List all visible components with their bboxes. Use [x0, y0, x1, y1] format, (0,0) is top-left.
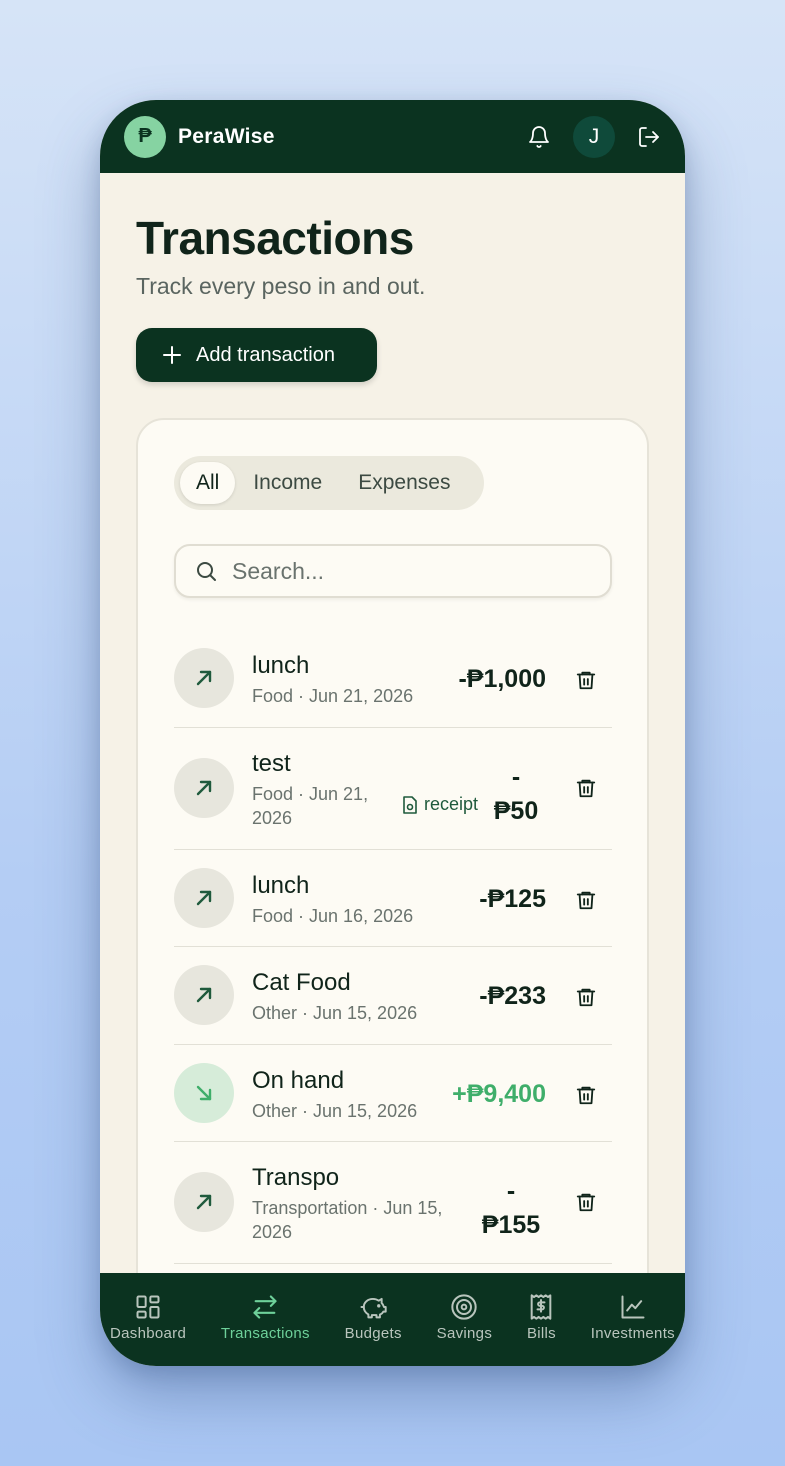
nav-budgets[interactable]: Budgets	[345, 1273, 402, 1366]
trash-icon[interactable]	[574, 776, 598, 800]
table-row[interactable]: Cat Food Other · Jun 15, 2026 -₱233	[174, 947, 612, 1045]
table-row[interactable]: lunch Food · Jun 21, 2026 -₱1,000	[174, 630, 612, 728]
receipt-file-icon	[403, 795, 417, 814]
transaction-name: Transpo	[252, 1164, 340, 1191]
trash-icon[interactable]	[574, 668, 598, 692]
trash-icon[interactable]	[574, 1190, 598, 1214]
app-name: PeraWise	[178, 124, 275, 148]
add-transaction-label: Add transaction	[196, 343, 335, 366]
nav-label: Investments	[590, 1325, 675, 1342]
receipt-dollar-icon	[531, 1294, 552, 1320]
transaction-name: lunch	[252, 652, 310, 679]
trash-icon[interactable]	[574, 985, 598, 1009]
avatar[interactable]: J	[573, 115, 615, 158]
nav-dashboard[interactable]: Dashboard	[110, 1273, 186, 1366]
search-input[interactable]	[232, 557, 592, 585]
table-row[interactable]: Transpo Transportation · Jun 15, 2026 -₱…	[174, 1142, 612, 1264]
table-row[interactable]: lunch Food · Jun 16, 2026 -₱125	[174, 850, 612, 947]
nav-bills[interactable]: Bills	[527, 1273, 556, 1366]
expense-arrow-icon	[174, 965, 234, 1025]
transaction-meta: Food · Jun 21, 2026	[252, 686, 414, 706]
transaction-amount: -₱155	[481, 1177, 541, 1239]
nav-transactions[interactable]: Transactions	[221, 1273, 310, 1366]
table-row[interactable]: On hand Other · Jun 15, 2026 +₱9,400	[174, 1045, 612, 1142]
transaction-name: Cat Food	[252, 969, 351, 996]
transaction-meta: Transportation · Jun 15, 2026	[252, 1198, 443, 1242]
transaction-meta: Food · Jun 21, 2026	[252, 784, 369, 828]
income-arrow-icon	[174, 1063, 234, 1123]
transactions-card: All Income Expenses lunch Food · Jun 21,…	[136, 418, 649, 1273]
transaction-meta: Other · Jun 15, 2026	[252, 1003, 418, 1023]
filter-tabs: All Income Expenses	[174, 456, 484, 510]
receipt-label: receipt	[424, 794, 479, 814]
expense-arrow-icon	[174, 868, 234, 928]
main-content: Transactions Track every peso in and out…	[100, 173, 685, 1273]
transaction-amount: -₱50	[493, 763, 539, 825]
bell-icon[interactable]	[527, 125, 551, 149]
transaction-amount: -₱125	[479, 885, 546, 913]
tab-expenses[interactable]: Expenses	[340, 462, 468, 504]
top-bar-actions: J	[527, 115, 661, 158]
line-chart-icon	[621, 1295, 645, 1319]
logout-icon[interactable]	[637, 125, 661, 149]
plus-icon	[163, 346, 181, 364]
search-box	[174, 544, 612, 598]
table-row[interactable]: test Food · Jun 21, 2026 receipt -₱50	[174, 728, 612, 850]
tab-income[interactable]: Income	[235, 462, 340, 504]
bottom-nav: Dashboard Transactions Budgets Savings B…	[100, 1273, 685, 1366]
transaction-amount: -₱233	[479, 982, 546, 1010]
transaction-name: lunch	[252, 872, 310, 899]
nav-label: Savings	[436, 1325, 493, 1342]
nav-label: Budgets	[344, 1325, 402, 1342]
piggy-bank-icon	[360, 1297, 387, 1319]
nav-savings[interactable]: Savings	[437, 1273, 492, 1366]
nav-label: Dashboard	[110, 1325, 187, 1342]
trash-icon[interactable]	[574, 1083, 598, 1107]
transaction-name: test	[252, 750, 291, 777]
add-transaction-button[interactable]: Add transaction	[136, 328, 377, 382]
peso-icon: ₱	[138, 125, 152, 147]
transaction-meta: Other · Jun 15, 2026	[252, 1101, 418, 1121]
transaction-amount: +₱9,400	[452, 1080, 546, 1108]
page-title: Transactions	[136, 212, 414, 264]
phone-frame: ₱ PeraWise J Transactions Track every pe…	[100, 100, 685, 1366]
dashboard-grid-icon	[136, 1295, 160, 1319]
trash-icon[interactable]	[574, 888, 598, 912]
receipt-link[interactable]: receipt	[402, 794, 478, 815]
expense-arrow-icon	[174, 1172, 234, 1232]
page-subtitle: Track every peso in and out.	[136, 273, 426, 299]
transaction-meta: Food · Jun 16, 2026	[252, 906, 414, 926]
nav-label: Transactions	[220, 1325, 310, 1342]
expense-arrow-icon	[174, 758, 234, 818]
target-icon	[451, 1294, 478, 1320]
transaction-list: lunch Food · Jun 21, 2026 -₱1,000 test F…	[174, 630, 612, 1264]
transaction-name: On hand	[252, 1067, 345, 1094]
transaction-amount: -₱1,000	[458, 665, 546, 693]
top-bar: ₱ PeraWise J	[100, 100, 685, 173]
arrows-swap-icon	[253, 1295, 277, 1319]
tab-all[interactable]: All	[180, 462, 236, 504]
expense-arrow-icon	[174, 648, 234, 708]
nav-label: Bills	[526, 1325, 556, 1342]
search-icon	[197, 562, 216, 581]
app-logo[interactable]: ₱	[124, 115, 166, 158]
nav-investments[interactable]: Investments	[591, 1273, 675, 1366]
